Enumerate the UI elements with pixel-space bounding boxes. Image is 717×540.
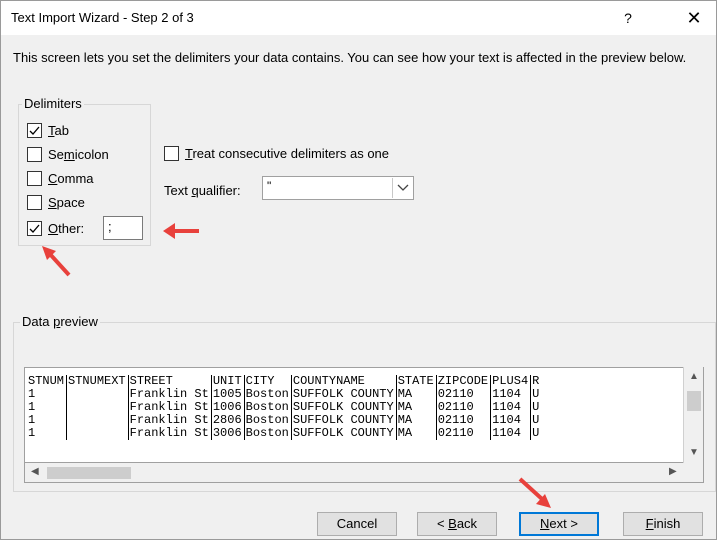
horizontal-scroll-thumb[interactable] <box>47 467 131 479</box>
table-row: 1 Franklin St 3006 Boston SUFFOLK COUNTY MA 02… <box>27 426 542 440</box>
comma-label: Comma <box>48 170 94 186</box>
close-button[interactable]: ✕ <box>677 5 711 31</box>
annotation-arrow-icon <box>518 477 551 508</box>
text-qualifier-label: Text qualifier: <box>164 183 241 198</box>
table-cell <box>66 401 129 414</box>
space-label: Space <box>48 194 85 210</box>
text-qualifier-value: " <box>267 179 272 193</box>
title-bar: Text Import Wizard - Step 2 of 3 ? ✕ <box>1 1 716 35</box>
scroll-down-icon[interactable]: ▼ <box>689 447 699 458</box>
window-title: Text Import Wizard - Step 2 of 3 <box>11 10 194 25</box>
space-checkbox[interactable]: Space <box>27 193 85 211</box>
table-cell <box>66 388 129 401</box>
table-cell: 02110 <box>435 427 491 440</box>
other-delimiter-input[interactable]: ; <box>103 216 143 240</box>
cancel-button[interactable]: Cancel <box>317 512 397 536</box>
table-cell: Franklin St <box>127 427 212 440</box>
chevron-down-icon[interactable] <box>392 178 412 198</box>
text-qualifier-select[interactable]: " <box>262 176 414 200</box>
next-button[interactable]: Next > <box>519 512 599 536</box>
vertical-scrollbar[interactable]: ▲ ▼ <box>683 367 703 463</box>
checkmark-icon <box>27 220 42 236</box>
table-cell: 3006 <box>210 427 245 440</box>
table-cell <box>66 427 129 440</box>
horizontal-scrollbar[interactable]: ◀ ▶ <box>24 463 704 483</box>
treat-consecutive-checkbox[interactable]: Treat consecutive delimiters as one <box>164 144 389 162</box>
intro-text: This screen lets you set the delimiters … <box>13 50 687 65</box>
table-cell <box>66 414 129 427</box>
other-label: Other: <box>48 220 85 236</box>
help-button[interactable]: ? <box>613 5 643 31</box>
treat-consecutive-label: Treat consecutive delimiters as one <box>185 145 390 161</box>
table-cell: 1 <box>28 426 36 440</box>
text-import-wizard-dialog: Text Import Wizard - Step 2 of 3 ? ✕ Thi… <box>0 0 717 540</box>
tab-label: Tab <box>48 122 69 138</box>
data-preview-table: STNUM STNUMEXT STREET UNIT CITY COUNTYNAME STA… <box>27 375 542 440</box>
scroll-left-icon[interactable]: ◀ <box>31 466 39 477</box>
table-cell: Boston <box>243 427 292 440</box>
annotation-arrow-icon <box>42 246 71 277</box>
scroll-right-icon[interactable]: ▶ <box>669 466 677 477</box>
data-preview-label: Data preview <box>20 314 100 329</box>
table-cell: 1104 <box>490 427 531 440</box>
checkmark-icon <box>27 122 42 138</box>
tab-checkbox[interactable]: Tab <box>27 121 69 139</box>
table-cell: MA <box>395 427 437 440</box>
semicolon-label: Semicolon <box>48 146 109 162</box>
comma-checkbox[interactable]: Comma <box>27 169 94 187</box>
delimiters-group-label: Delimiters <box>22 96 84 111</box>
data-preview-pane[interactable]: STNUM STNUMEXT STREET UNIT CITY COUNTYNAME STA… <box>24 367 704 463</box>
table-cell: STNUMEXT <box>66 375 129 388</box>
finish-button[interactable]: Finish <box>623 512 703 536</box>
other-checkbox[interactable]: Other: <box>27 219 84 237</box>
table-cell: U <box>530 426 542 440</box>
semicolon-checkbox[interactable]: Semicolon <box>27 145 109 163</box>
vertical-scroll-thumb[interactable] <box>687 391 701 411</box>
scroll-up-icon[interactable]: ▲ <box>689 371 699 382</box>
back-button[interactable]: < Back <box>417 512 497 536</box>
annotation-arrow-icon <box>163 223 199 239</box>
table-cell: SUFFOLK COUNTY <box>290 427 397 440</box>
